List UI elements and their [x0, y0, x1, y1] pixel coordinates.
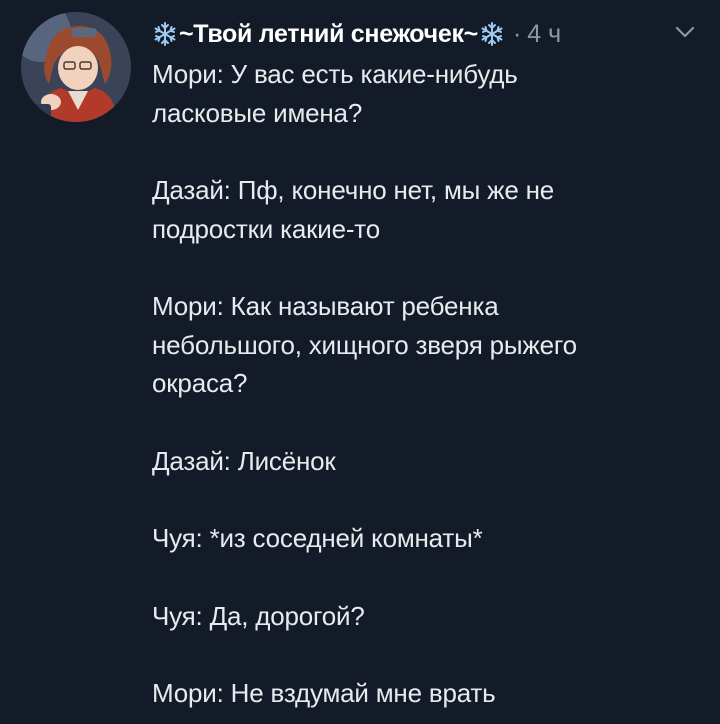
text-line: Мори: У вас есть какие-нибудь: [152, 59, 518, 89]
timestamp[interactable]: 4 ч: [527, 20, 561, 49]
snowflake-icon: [481, 22, 503, 46]
tweet-text: Мори: У вас есть какие-нибудь ласковые и…: [152, 55, 702, 713]
chevron-down-icon[interactable]: [672, 22, 698, 42]
text-line: Мори: Не вздумай мне врать: [152, 678, 496, 708]
text-line: Мори: Как называют ребенка: [152, 291, 499, 321]
text-line: Чуя: *из соседней комнаты*: [152, 523, 483, 553]
avatar[interactable]: [21, 12, 131, 122]
text-line: ласковые имена?: [152, 97, 363, 128]
text-line: Дазай: Лисёнок: [152, 445, 336, 476]
tweet: ~Твой летний снежочек~ · 4 ч Мори: У вас…: [0, 0, 720, 724]
text-line: подростки какие-то: [152, 213, 380, 244]
display-name[interactable]: ~Твой летний снежочек~: [152, 20, 505, 49]
display-name-text: ~Твой летний снежочек~: [179, 19, 478, 48]
text-line: окраса?: [152, 368, 248, 398]
snowflake-icon: [154, 22, 176, 46]
tweet-header: ~Твой летний снежочек~ · 4 ч: [152, 14, 700, 54]
text-line: небольшого, хищного зверя рыжего: [152, 329, 577, 360]
separator-dot: ·: [512, 19, 522, 48]
text-line: Чуя: Да, дорогой?: [152, 600, 365, 631]
text-line: Дазай: Пф, конечно нет, мы же не: [152, 175, 555, 205]
avatar-image: [21, 12, 131, 122]
